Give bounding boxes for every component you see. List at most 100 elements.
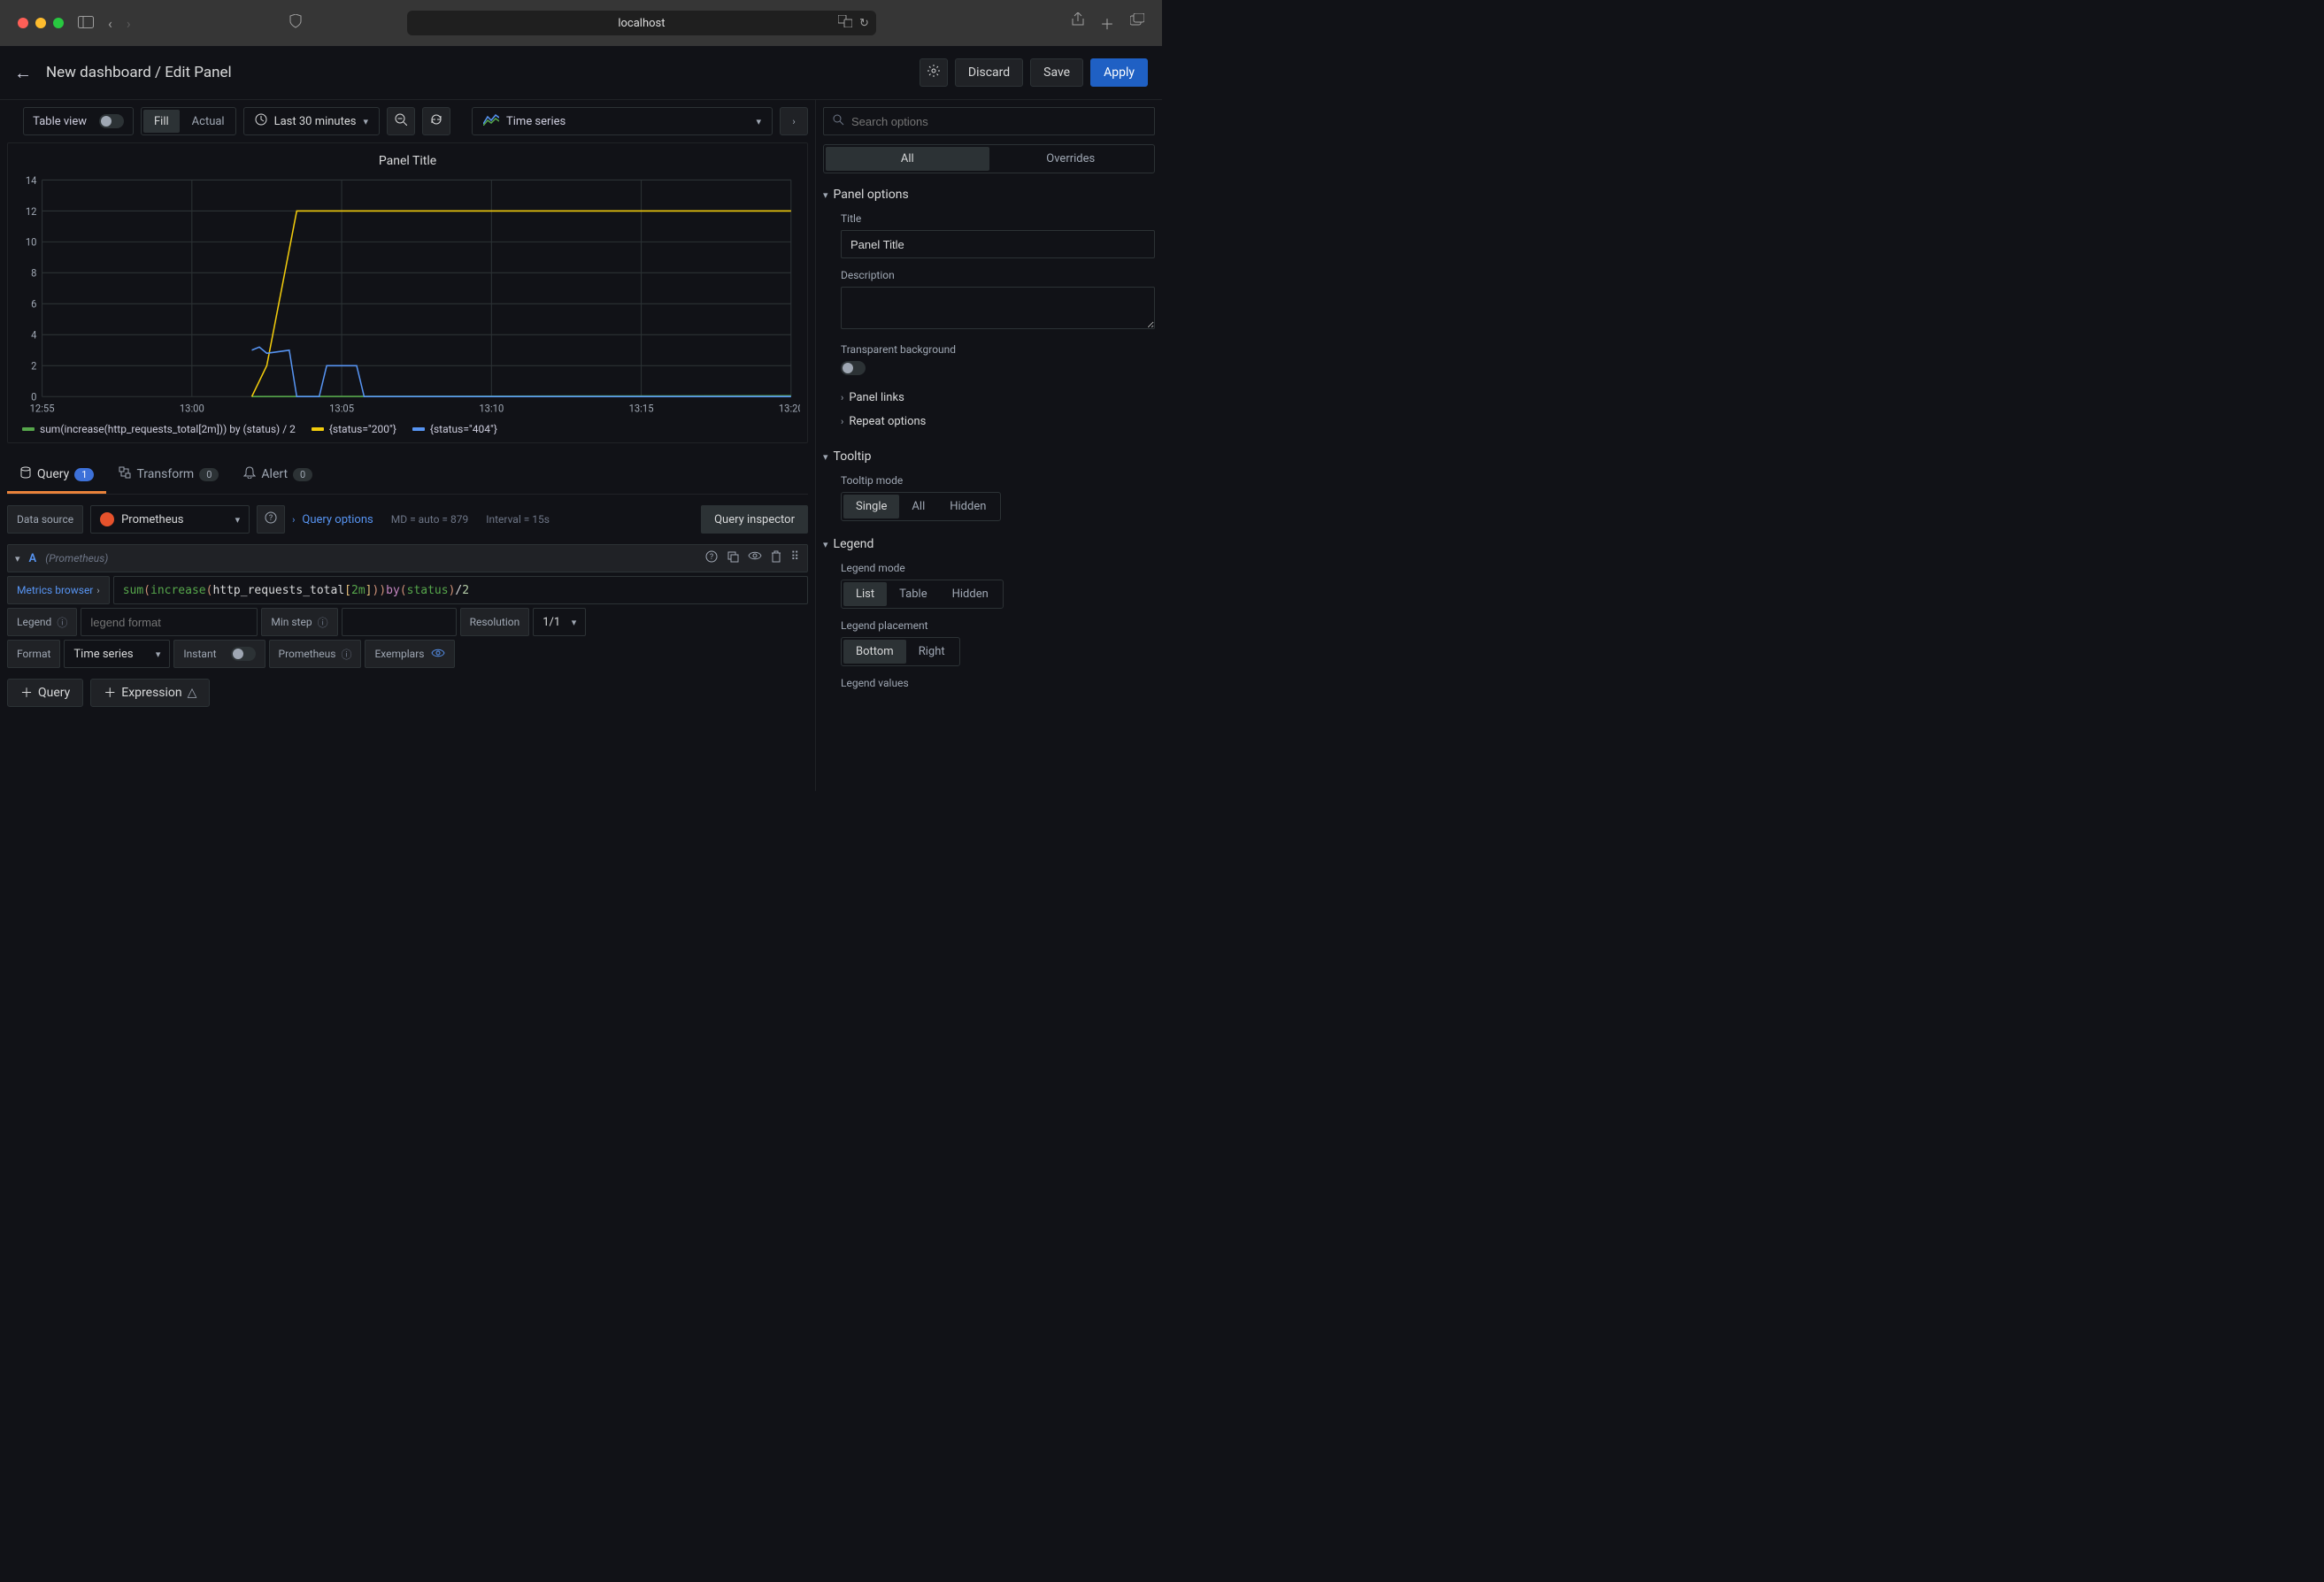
panel-options-header[interactable]: ▾ Panel options — [823, 188, 1155, 202]
metrics-browser-label: Metrics browser — [17, 584, 93, 596]
info-icon[interactable]: ⓘ — [57, 615, 67, 630]
tab-overview-icon[interactable] — [1130, 12, 1144, 34]
transparent-bg-toggle[interactable] — [841, 361, 866, 375]
sidebar-icon[interactable] — [78, 15, 94, 32]
panel-options-label: Panel options — [834, 188, 909, 202]
info-icon[interactable]: ⓘ — [341, 647, 351, 662]
tab-alert[interactable]: Alert 0 — [231, 457, 325, 494]
svg-text:13:15: 13:15 — [629, 402, 654, 414]
viz-next-button[interactable]: › — [780, 107, 808, 135]
svg-text:4: 4 — [31, 328, 37, 341]
table-view-toggle[interactable]: Table view — [23, 107, 134, 135]
gear-icon — [927, 64, 941, 81]
legend-format-input[interactable] — [81, 608, 258, 636]
time-picker[interactable]: Last 30 minutes ▾ — [243, 107, 380, 135]
query-expression-input[interactable]: sum(increase(http_requests_total[2m])) b… — [113, 576, 808, 604]
repeat-options-header[interactable]: › Repeat options — [823, 410, 1155, 434]
query-ds-name: (Prometheus) — [45, 552, 108, 564]
back-icon[interactable]: ‹ — [108, 15, 112, 32]
breadcrumb: New dashboard / Edit Panel — [46, 64, 232, 81]
fill-button[interactable]: Fill — [143, 110, 180, 133]
add-query-button[interactable]: ＋ Query — [7, 679, 83, 707]
minstep-input[interactable] — [342, 608, 457, 636]
reload-icon[interactable]: ↻ — [859, 17, 869, 30]
resolution-select[interactable]: 1/1 ▾ — [533, 608, 586, 636]
legend-bottom[interactable]: Bottom — [843, 640, 906, 664]
refresh-button[interactable] — [422, 107, 450, 135]
legend-header[interactable]: ▾ Legend — [823, 537, 1155, 551]
svg-text:6: 6 — [31, 297, 36, 310]
panel-links-header[interactable]: › Panel links — [823, 386, 1155, 410]
add-expression-button[interactable]: ＋ Expression △ — [90, 679, 210, 707]
query-inspector-button[interactable]: Query inspector — [701, 505, 808, 534]
translate-icon[interactable] — [838, 15, 852, 31]
toggle-switch-icon — [231, 647, 256, 661]
table-view-label: Table view — [33, 115, 87, 128]
copy-icon[interactable] — [727, 550, 739, 566]
datasource-help-button[interactable]: ? — [257, 505, 285, 534]
actual-button[interactable]: Actual — [181, 108, 235, 134]
close-window-icon[interactable] — [18, 18, 28, 28]
eye-icon[interactable] — [748, 550, 762, 566]
svg-text:13:05: 13:05 — [329, 402, 354, 414]
url-bar[interactable]: localhost ↻ — [407, 11, 876, 35]
share-icon[interactable] — [1072, 12, 1084, 34]
toggle-switch-icon — [99, 114, 124, 128]
query-row-header[interactable]: ▾ A (Prometheus) ? ⠿ — [7, 544, 808, 572]
title-input[interactable] — [841, 230, 1155, 258]
chart-svg: 02468101214 12:5513:0013:0513:1013:1513:… — [15, 175, 800, 416]
minstep-label: Min step — [271, 616, 312, 628]
datasource-label: Data source — [7, 505, 83, 534]
drag-handle-icon[interactable]: ⠿ — [790, 550, 800, 566]
tab-transform[interactable]: Transform 0 — [106, 457, 231, 494]
tooltip-header[interactable]: ▾ Tooltip — [823, 449, 1155, 464]
chevron-right-icon[interactable]: › — [292, 514, 295, 526]
save-button[interactable]: Save — [1030, 58, 1083, 87]
description-input[interactable] — [841, 287, 1155, 329]
maximize-window-icon[interactable] — [53, 18, 64, 28]
minimize-window-icon[interactable] — [35, 18, 46, 28]
tooltip-all[interactable]: All — [899, 495, 937, 518]
search-options-input[interactable] — [823, 107, 1155, 135]
legend-item[interactable]: {status="404"} — [412, 423, 497, 435]
format-select[interactable]: Time series ▾ — [64, 640, 170, 668]
zoom-out-button[interactable] — [387, 107, 415, 135]
prometheus-label-box: Prometheus ⓘ — [269, 640, 362, 668]
query-options-link[interactable]: Query options — [302, 513, 373, 526]
exemplars-toggle[interactable]: Exemplars — [365, 640, 455, 668]
tab-query-label: Query — [37, 467, 69, 481]
tooltip-single[interactable]: Single — [843, 495, 899, 518]
legend-hidden[interactable]: Hidden — [940, 582, 1001, 606]
help-icon[interactable]: ? — [705, 550, 718, 566]
seg-all[interactable]: All — [826, 147, 989, 171]
apply-button[interactable]: Apply — [1090, 58, 1148, 87]
format-value: Time series — [73, 648, 133, 661]
discard-button[interactable]: Discard — [955, 58, 1023, 87]
visualization-picker[interactable]: Time series ▾ — [472, 107, 773, 135]
legend-table[interactable]: Table — [887, 582, 939, 606]
tooltip-hidden[interactable]: Hidden — [937, 495, 998, 518]
query-section: Data source Prometheus ▾ ? › Query optio… — [7, 495, 808, 784]
settings-button[interactable] — [920, 58, 948, 87]
datasource-select[interactable]: Prometheus ▾ — [90, 505, 250, 534]
metrics-browser-button[interactable]: Metrics browser › — [7, 576, 110, 604]
back-arrow-icon[interactable]: ← — [14, 62, 32, 84]
legend-right[interactable]: Right — [906, 640, 958, 664]
tab-query[interactable]: Query 1 — [7, 457, 106, 494]
legend-item[interactable]: sum(increase(http_requests_total[2m])) b… — [22, 423, 296, 435]
new-tab-icon[interactable]: ＋ — [1100, 12, 1114, 34]
query-interval: Interval = 15s — [486, 513, 550, 526]
svg-text:2: 2 — [31, 359, 37, 372]
legend-item[interactable]: {status="200"} — [312, 423, 396, 435]
seg-overrides[interactable]: Overrides — [989, 147, 1153, 171]
legend-list[interactable]: List — [843, 582, 887, 606]
query-letter: A — [29, 552, 37, 565]
chevron-right-icon: › — [841, 392, 843, 403]
info-icon[interactable]: ⓘ — [318, 615, 328, 630]
trash-icon[interactable] — [771, 550, 781, 566]
chart-legend: sum(increase(http_requests_total[2m])) b… — [8, 416, 807, 435]
prometheus-label: Prometheus — [279, 648, 336, 660]
tab-transform-label: Transform — [136, 467, 194, 481]
instant-toggle[interactable]: Instant — [173, 640, 265, 668]
shield-icon[interactable] — [289, 14, 302, 32]
